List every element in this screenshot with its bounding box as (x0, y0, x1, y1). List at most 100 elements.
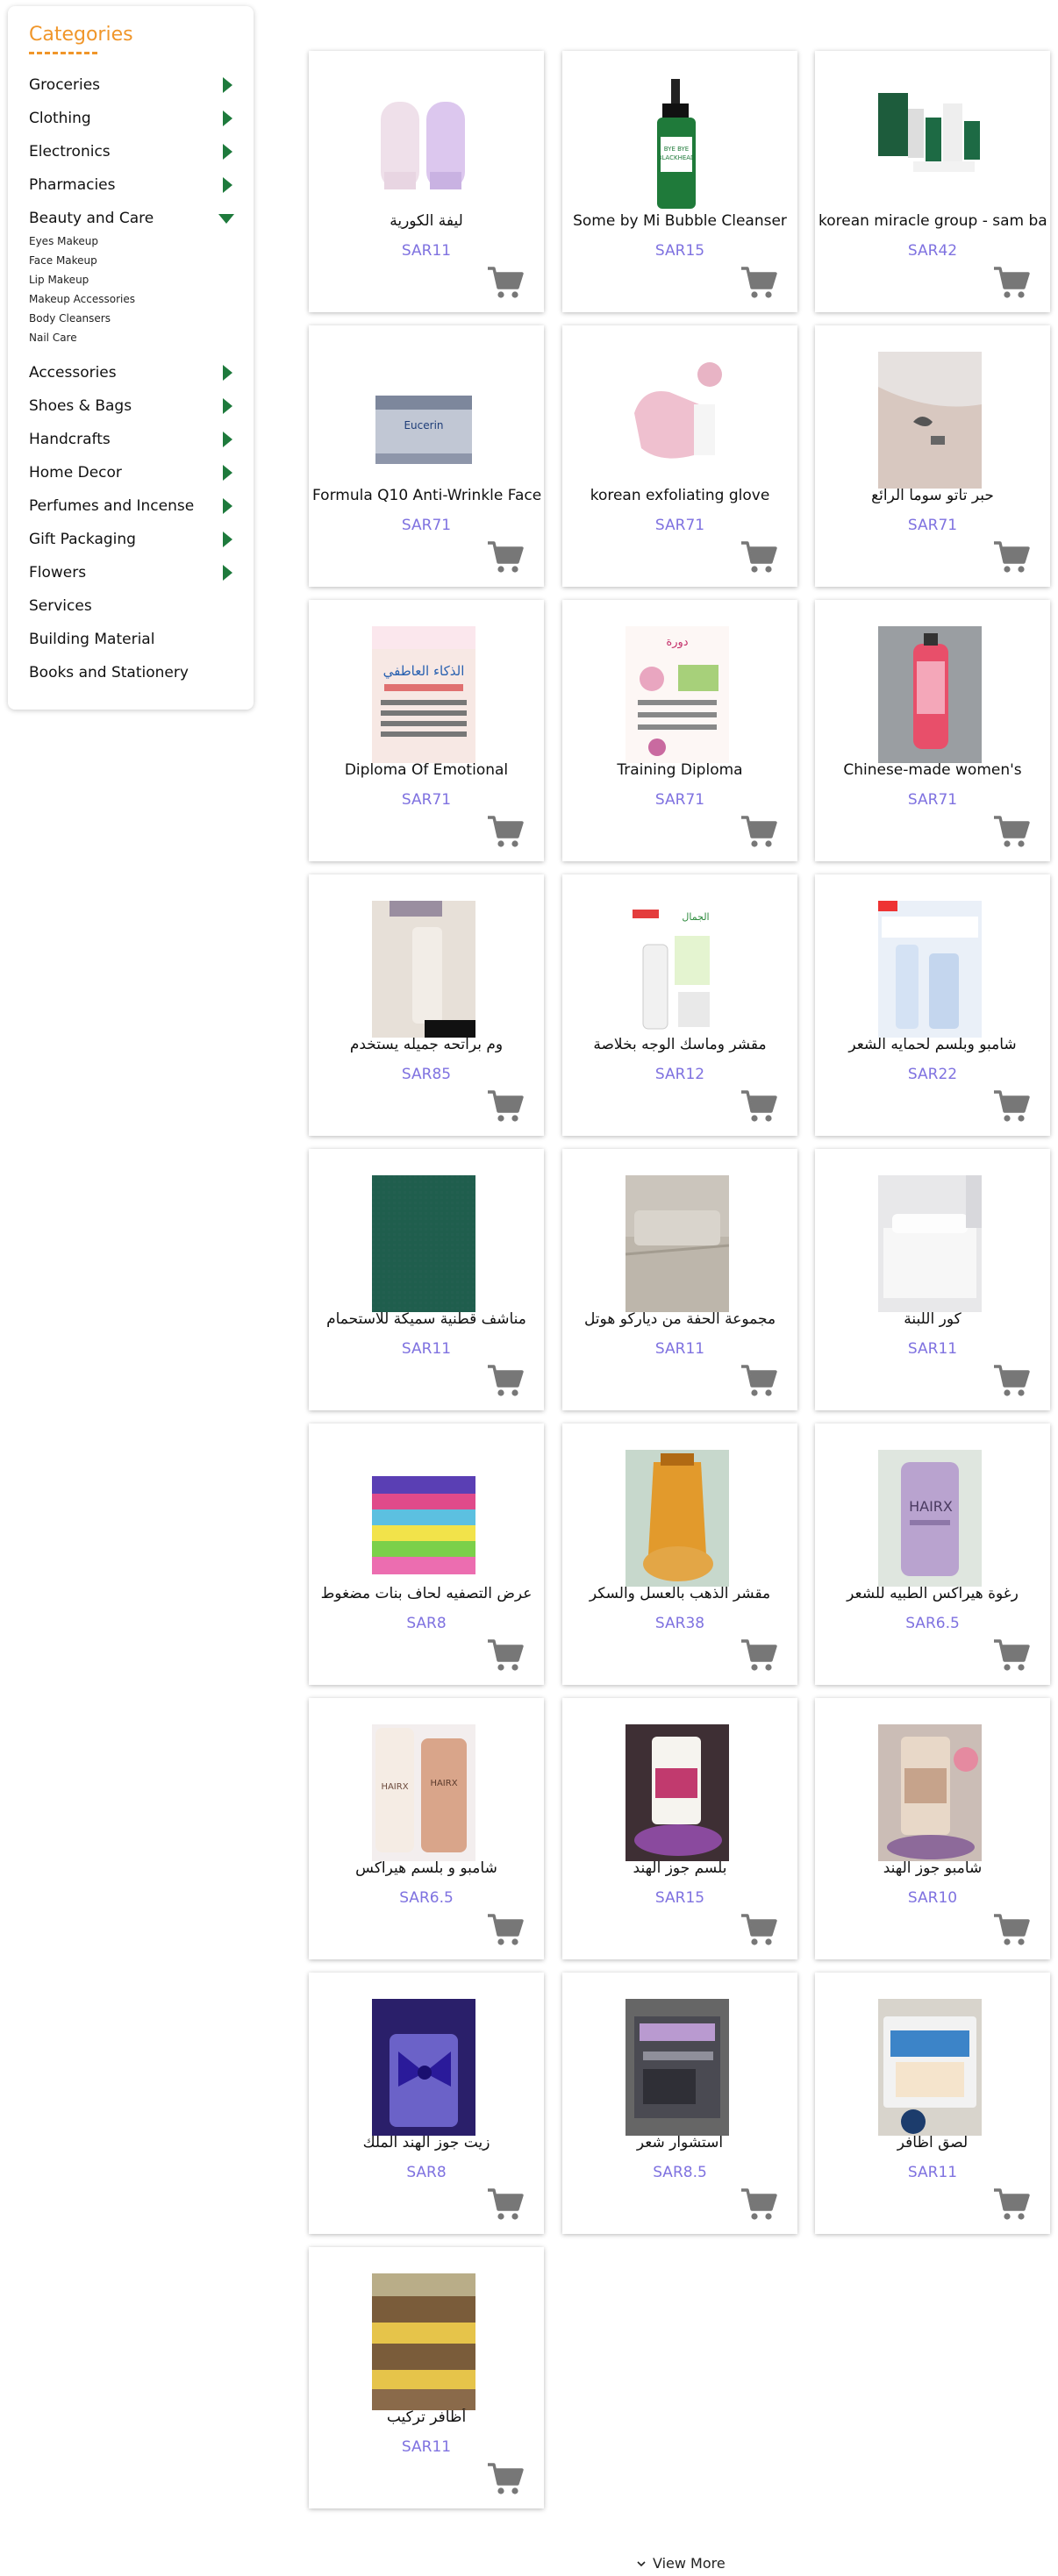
shopping-cart-icon[interactable] (992, 814, 1031, 849)
product-image[interactable]: HAIRX (878, 1450, 982, 1587)
product-image[interactable] (878, 1999, 982, 2136)
product-card[interactable]: أظافر تركيب SAR11 (309, 2247, 544, 2508)
category-item[interactable]: Gift Packaging (29, 523, 234, 556)
category-item[interactable]: Books and Stationery (29, 656, 234, 689)
shopping-cart-icon[interactable] (486, 539, 525, 574)
product-image[interactable] (878, 77, 982, 214)
subcategory-item[interactable]: Makeup Accessories (29, 289, 234, 309)
view-more-button[interactable]: View More (637, 2555, 726, 2572)
product-card[interactable]: الجمال مقشر وماسك الوجه بخلاصة SAR12 (562, 874, 797, 1136)
shopping-cart-icon[interactable] (992, 265, 1031, 300)
product-image[interactable]: دورة (626, 626, 729, 763)
product-name[interactable]: Training Diploma (562, 761, 797, 784)
product-name[interactable]: حبر تاتو سوما الرائع (815, 487, 1050, 510)
product-card[interactable]: BYE BYE BLACKHEAD Some by Mi Bubble Cleans… (562, 51, 797, 312)
product-name[interactable]: أظافر تركيب (309, 2408, 544, 2431)
shopping-cart-icon[interactable] (992, 1088, 1031, 1124)
category-item[interactable]: Groceries (29, 68, 234, 102)
product-card[interactable]: الذكاء العاطفي Diploma Of Emotional SAR71 (309, 600, 544, 861)
product-image[interactable] (626, 1999, 729, 2136)
shopping-cart-icon[interactable] (992, 1638, 1031, 1673)
product-card[interactable]: حبر تاتو سوما الرائع SAR71 (815, 325, 1050, 587)
product-image[interactable] (372, 1450, 475, 1587)
category-item[interactable]: Clothing (29, 102, 234, 135)
shopping-cart-icon[interactable] (486, 814, 525, 849)
product-card[interactable]: korean miracle group - sam ba SAR42 (815, 51, 1050, 312)
product-name[interactable]: كور اللبنة (815, 1310, 1050, 1333)
product-card[interactable]: بلسم جوز الهند SAR15 (562, 1698, 797, 1959)
subcategory-item[interactable]: Body Cleansers (29, 309, 234, 328)
product-card[interactable]: استشوار شعر SAR8.5 (562, 1973, 797, 2234)
product-name[interactable]: رغوة هيراكس الطبيه للشعر (815, 1585, 1050, 1608)
triangle-right-icon[interactable] (223, 532, 232, 547)
subcategory-item[interactable]: Nail Care (29, 328, 234, 347)
triangle-right-icon[interactable] (223, 398, 232, 414)
product-image[interactable] (372, 901, 475, 1038)
category-item[interactable]: Shoes & Bags (29, 389, 234, 423)
shopping-cart-icon[interactable] (740, 2187, 778, 2222)
shopping-cart-icon[interactable] (992, 539, 1031, 574)
product-card[interactable]: مجموعة الحفة من دياركو هوتل SAR11 (562, 1149, 797, 1410)
shopping-cart-icon[interactable] (486, 1088, 525, 1124)
product-card[interactable]: ليفة الكورية SAR11 (309, 51, 544, 312)
subcategory-item[interactable]: Eyes Makeup (29, 232, 234, 251)
triangle-right-icon[interactable] (223, 77, 232, 93)
product-name[interactable]: بلسم جوز الهند (562, 1859, 797, 1882)
shopping-cart-icon[interactable] (740, 1088, 778, 1124)
product-image[interactable] (878, 626, 982, 763)
shopping-cart-icon[interactable] (486, 265, 525, 300)
category-item[interactable]: Building Material (29, 623, 234, 656)
product-card[interactable]: HAIRX رغوة هيراكس الطبيه للشعر SAR6.5 (815, 1424, 1050, 1685)
subcategory-item[interactable]: Face Makeup (29, 251, 234, 270)
product-image[interactable] (626, 1450, 729, 1587)
product-image[interactable] (878, 352, 982, 489)
category-item[interactable]: Pharmacies (29, 168, 234, 202)
product-name[interactable]: Diploma Of Emotional (309, 761, 544, 784)
category-item[interactable]: Accessories (29, 356, 234, 389)
product-image[interactable] (372, 1175, 475, 1312)
product-image[interactable]: Eucerin (372, 352, 475, 489)
category-item[interactable]: Perfumes and Incense (29, 489, 234, 523)
triangle-right-icon[interactable] (223, 177, 232, 193)
triangle-down-icon[interactable] (218, 213, 234, 224)
product-card[interactable]: مقشر الذهب بالعسل والسكر SAR38 (562, 1424, 797, 1685)
product-image[interactable]: الذكاء العاطفي (372, 626, 475, 763)
product-card[interactable]: زيت جوز الهند الملك SAR8 (309, 1973, 544, 2234)
product-name[interactable]: مقشر وماسك الوجه بخلاصة (562, 1036, 797, 1059)
category-item[interactable]: Home Decor (29, 456, 234, 489)
triangle-right-icon[interactable] (223, 565, 232, 581)
product-name[interactable]: شامبو و بلسم هيراكس (309, 1859, 544, 1882)
product-name[interactable]: لصق اظافر (815, 2134, 1050, 2157)
shopping-cart-icon[interactable] (740, 265, 778, 300)
shopping-cart-icon[interactable] (740, 1912, 778, 1947)
product-card[interactable]: مناشف قطنية سميكة للاستحمام SAR11 (309, 1149, 544, 1410)
product-image[interactable] (626, 352, 729, 489)
product-name[interactable]: زيت جوز الهند الملك (309, 2134, 544, 2157)
product-image[interactable]: الجمال (626, 901, 729, 1038)
product-image[interactable] (626, 1175, 729, 1312)
product-card[interactable]: شامبو وبلسم لحمايه الشعر SAR22 (815, 874, 1050, 1136)
shopping-cart-icon[interactable] (992, 2187, 1031, 2222)
product-image[interactable] (626, 1724, 729, 1861)
product-image[interactable] (878, 901, 982, 1038)
product-image[interactable] (372, 1999, 475, 2136)
product-image[interactable] (372, 2273, 475, 2410)
triangle-right-icon[interactable] (223, 144, 232, 160)
triangle-right-icon[interactable] (223, 465, 232, 481)
triangle-right-icon[interactable] (223, 365, 232, 381)
product-name[interactable]: وم براتحه جميله يستخدم (309, 1036, 544, 1059)
product-name[interactable]: شامبو جوز الهند (815, 1859, 1050, 1882)
product-card[interactable]: HAIRX HAIRX شامبو و بلسم هيراكس SAR6.5 (309, 1698, 544, 1959)
product-image[interactable] (878, 1724, 982, 1861)
product-image[interactable] (372, 77, 475, 214)
product-card[interactable]: korean exfoliating glove SAR71 (562, 325, 797, 587)
shopping-cart-icon[interactable] (740, 1363, 778, 1398)
shopping-cart-icon[interactable] (740, 1638, 778, 1673)
category-item[interactable]: Services (29, 589, 234, 623)
shopping-cart-icon[interactable] (486, 2461, 525, 2496)
product-card[interactable]: وم براتحه جميله يستخدم SAR85 (309, 874, 544, 1136)
category-item[interactable]: Handcrafts (29, 423, 234, 456)
product-card[interactable]: شامبو جوز الهند SAR10 (815, 1698, 1050, 1959)
shopping-cart-icon[interactable] (486, 1638, 525, 1673)
product-card[interactable]: لصق اظافر SAR11 (815, 1973, 1050, 2234)
